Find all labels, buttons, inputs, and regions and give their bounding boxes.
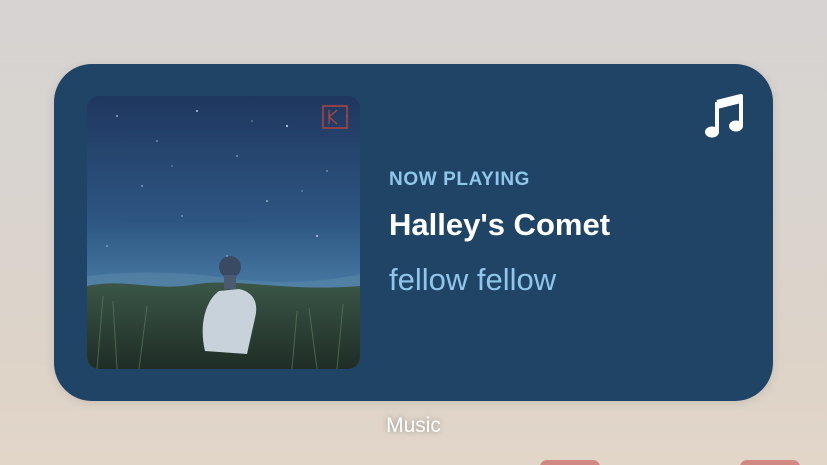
dock-icon-partial bbox=[740, 460, 800, 465]
artist-name: fellow fellow bbox=[389, 262, 557, 297]
album-artwork bbox=[87, 96, 360, 369]
now-playing-label: NOW PLAYING bbox=[389, 169, 531, 190]
music-note-icon bbox=[705, 94, 743, 138]
widget-app-label: Music bbox=[386, 414, 441, 437]
track-title: Halley's Comet bbox=[389, 207, 611, 242]
dock-icon-partial bbox=[540, 460, 600, 465]
now-playing-widget[interactable]: NOW PLAYING Halley's Comet fellow fellow bbox=[54, 64, 773, 401]
